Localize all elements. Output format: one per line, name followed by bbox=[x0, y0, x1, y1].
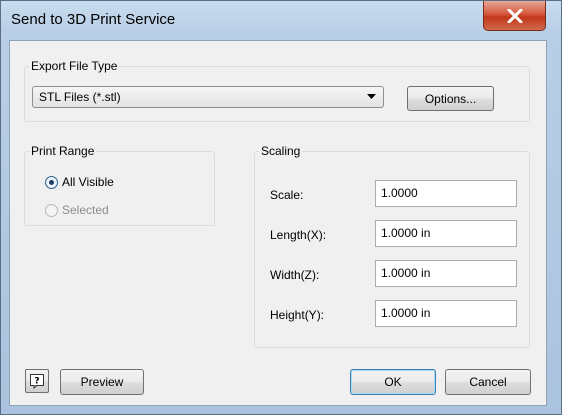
length-label: Length(X): bbox=[270, 228, 327, 242]
print-range-label: Print Range bbox=[29, 144, 97, 158]
title-bar[interactable]: Send to 3D Print Service bbox=[1, 1, 561, 39]
height-label: Height(Y): bbox=[270, 308, 325, 322]
scaling-label: Scaling bbox=[259, 144, 303, 158]
chevron-down-icon bbox=[367, 94, 376, 99]
options-button[interactable]: Options... bbox=[407, 86, 494, 111]
preview-button[interactable]: Preview bbox=[60, 369, 144, 395]
radio-selected-label: Selected bbox=[62, 203, 109, 217]
export-file-type-label: Export File Type bbox=[29, 59, 120, 73]
radio-button-checked[interactable] bbox=[45, 175, 58, 189]
width-input[interactable]: 1.0000 in bbox=[375, 260, 517, 287]
height-input[interactable]: 1.0000 in bbox=[375, 300, 517, 327]
svg-text:?: ? bbox=[34, 377, 39, 387]
close-icon bbox=[507, 8, 522, 23]
file-type-selected-value: STL Files (*.stl) bbox=[39, 90, 121, 104]
help-button[interactable]: ? bbox=[25, 369, 49, 393]
ok-button[interactable]: OK bbox=[350, 369, 436, 395]
radio-selected: Selected bbox=[45, 203, 109, 217]
close-button[interactable] bbox=[483, 1, 546, 31]
help-icon: ? bbox=[30, 374, 44, 389]
file-type-dropdown[interactable]: STL Files (*.stl) bbox=[32, 86, 384, 108]
radio-all-visible[interactable]: All Visible bbox=[45, 175, 114, 189]
cancel-button[interactable]: Cancel bbox=[445, 369, 531, 395]
scale-label: Scale: bbox=[270, 188, 304, 202]
radio-all-visible-label: All Visible bbox=[62, 175, 114, 189]
scale-input[interactable]: 1.0000 bbox=[375, 180, 517, 207]
width-label: Width(Z): bbox=[270, 268, 320, 282]
radio-button-disabled bbox=[45, 203, 58, 217]
window-title: Send to 3D Print Service bbox=[11, 11, 176, 28]
length-input[interactable]: 1.0000 in bbox=[375, 220, 517, 247]
